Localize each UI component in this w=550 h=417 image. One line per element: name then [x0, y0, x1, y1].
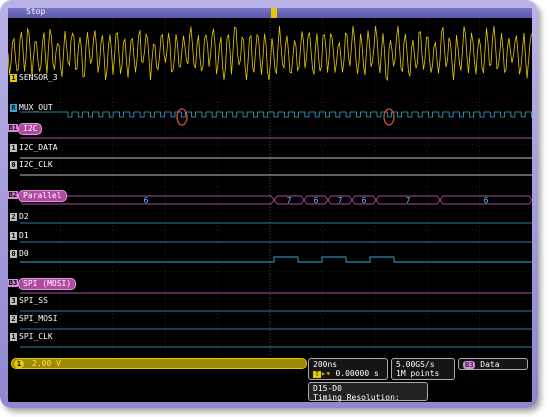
b3-readout[interactable]: B3 Data: [458, 358, 528, 370]
b3-readout-badge: B3: [463, 361, 476, 369]
horizontal-readout[interactable]: 200ns T ▸▾ 0.00000 s: [308, 358, 388, 380]
trigger-position-marker[interactable]: [271, 8, 277, 18]
b1-bus-label: I2C: [18, 123, 43, 135]
i2c-data-label: I2C_DATA: [19, 143, 58, 152]
timing-resolution: Timing Resolution: 2.00ns: [313, 393, 400, 402]
parallel-bus-value: 7: [338, 196, 343, 205]
parallel-bus-value: 7: [406, 196, 411, 205]
acquisition-readout[interactable]: 5.00GS/s 1M points: [391, 358, 455, 380]
status-bar: 1 2.00 V 200ns T ▸▾ 0.00000 s 5.00GS/s 1M…: [8, 356, 532, 402]
parallel-bus-value: 6: [484, 196, 489, 205]
b3-readout-label: Data: [480, 360, 500, 369]
d0-marker[interactable]: 0: [10, 250, 17, 258]
parallel-bus-value: 6: [144, 196, 149, 205]
mux-label: MUX_OUT: [19, 103, 53, 112]
d0-label: D0: [19, 249, 29, 258]
scope-screen: Stop 6 7 6 7 6 7 6 1 SENSOR_3 R MUX_OUT B1 I2C…: [8, 8, 532, 402]
ch1-scale-readout[interactable]: 1 2.00 V: [11, 358, 307, 369]
d2-label: D2: [19, 212, 29, 221]
position-icon: T: [313, 371, 321, 378]
b2-bus-label: Parallel: [18, 190, 67, 202]
i2c-data-marker[interactable]: 1: [10, 144, 17, 152]
position-arrow-icon: ▸▾: [321, 369, 331, 378]
spi-ss-marker[interactable]: 3: [10, 297, 17, 305]
parallel-bus-value: 7: [287, 196, 292, 205]
d1-marker[interactable]: 1: [10, 232, 17, 240]
ch1-marker[interactable]: 1: [10, 74, 17, 82]
position-value: 0.00000 s: [335, 369, 379, 378]
mux-marker[interactable]: R: [10, 104, 17, 112]
waveform-display[interactable]: 6 7 6 7 6 7 6: [8, 18, 532, 356]
run-state: Stop: [26, 8, 46, 16]
d2-marker[interactable]: 2: [10, 213, 17, 221]
ch1-label: SENSOR_3: [19, 73, 58, 82]
parallel-bus-value: 6: [362, 196, 367, 205]
parallel-bus-value: 6: [314, 196, 319, 205]
mux-waveform: [20, 111, 532, 118]
ch1-scale-badge: 1: [14, 360, 24, 368]
spi-clk-marker[interactable]: 1: [10, 333, 17, 341]
b3-bus-label: SPI (MOSI): [18, 278, 77, 290]
horizontal-position: T ▸▾ 0.00000 s: [313, 369, 383, 378]
scope-bezel: Stop 6 7 6 7 6 7 6 1 SENSOR_3 R MUX_OUT B1 I2C…: [0, 0, 538, 408]
spi-mosi-marker[interactable]: 2: [10, 315, 17, 323]
spi-clk-label: SPI_CLK: [19, 332, 53, 341]
parallel-bus-readout[interactable]: D15-D0 Timing Resolution: 2.00ns: [308, 382, 428, 402]
spi-ss-label: SPI_SS: [19, 296, 48, 305]
d1-label: D1: [19, 231, 29, 240]
parallel-bus-trace: 6 7 6 7 6 7 6: [19, 195, 532, 205]
i2c-clk-label: I2C_CLK: [19, 160, 53, 169]
ch1-scale-value: 2.00 V: [32, 359, 61, 368]
sample-rate: 5.00GS/s: [396, 360, 435, 369]
timebase: 200ns: [313, 360, 338, 369]
bus-definition: D15-D0: [313, 384, 342, 393]
d0-trace: [20, 256, 532, 263]
title-bar: Stop: [8, 8, 532, 18]
b3-marker[interactable]: B3: [8, 279, 18, 287]
b1-marker[interactable]: B1: [8, 124, 18, 132]
i2c-clk-marker[interactable]: 0: [10, 161, 17, 169]
b2-marker[interactable]: B2: [8, 191, 18, 199]
record-length: 1M points: [396, 369, 440, 378]
spi-mosi-label: SPI_MOSI: [19, 314, 58, 323]
